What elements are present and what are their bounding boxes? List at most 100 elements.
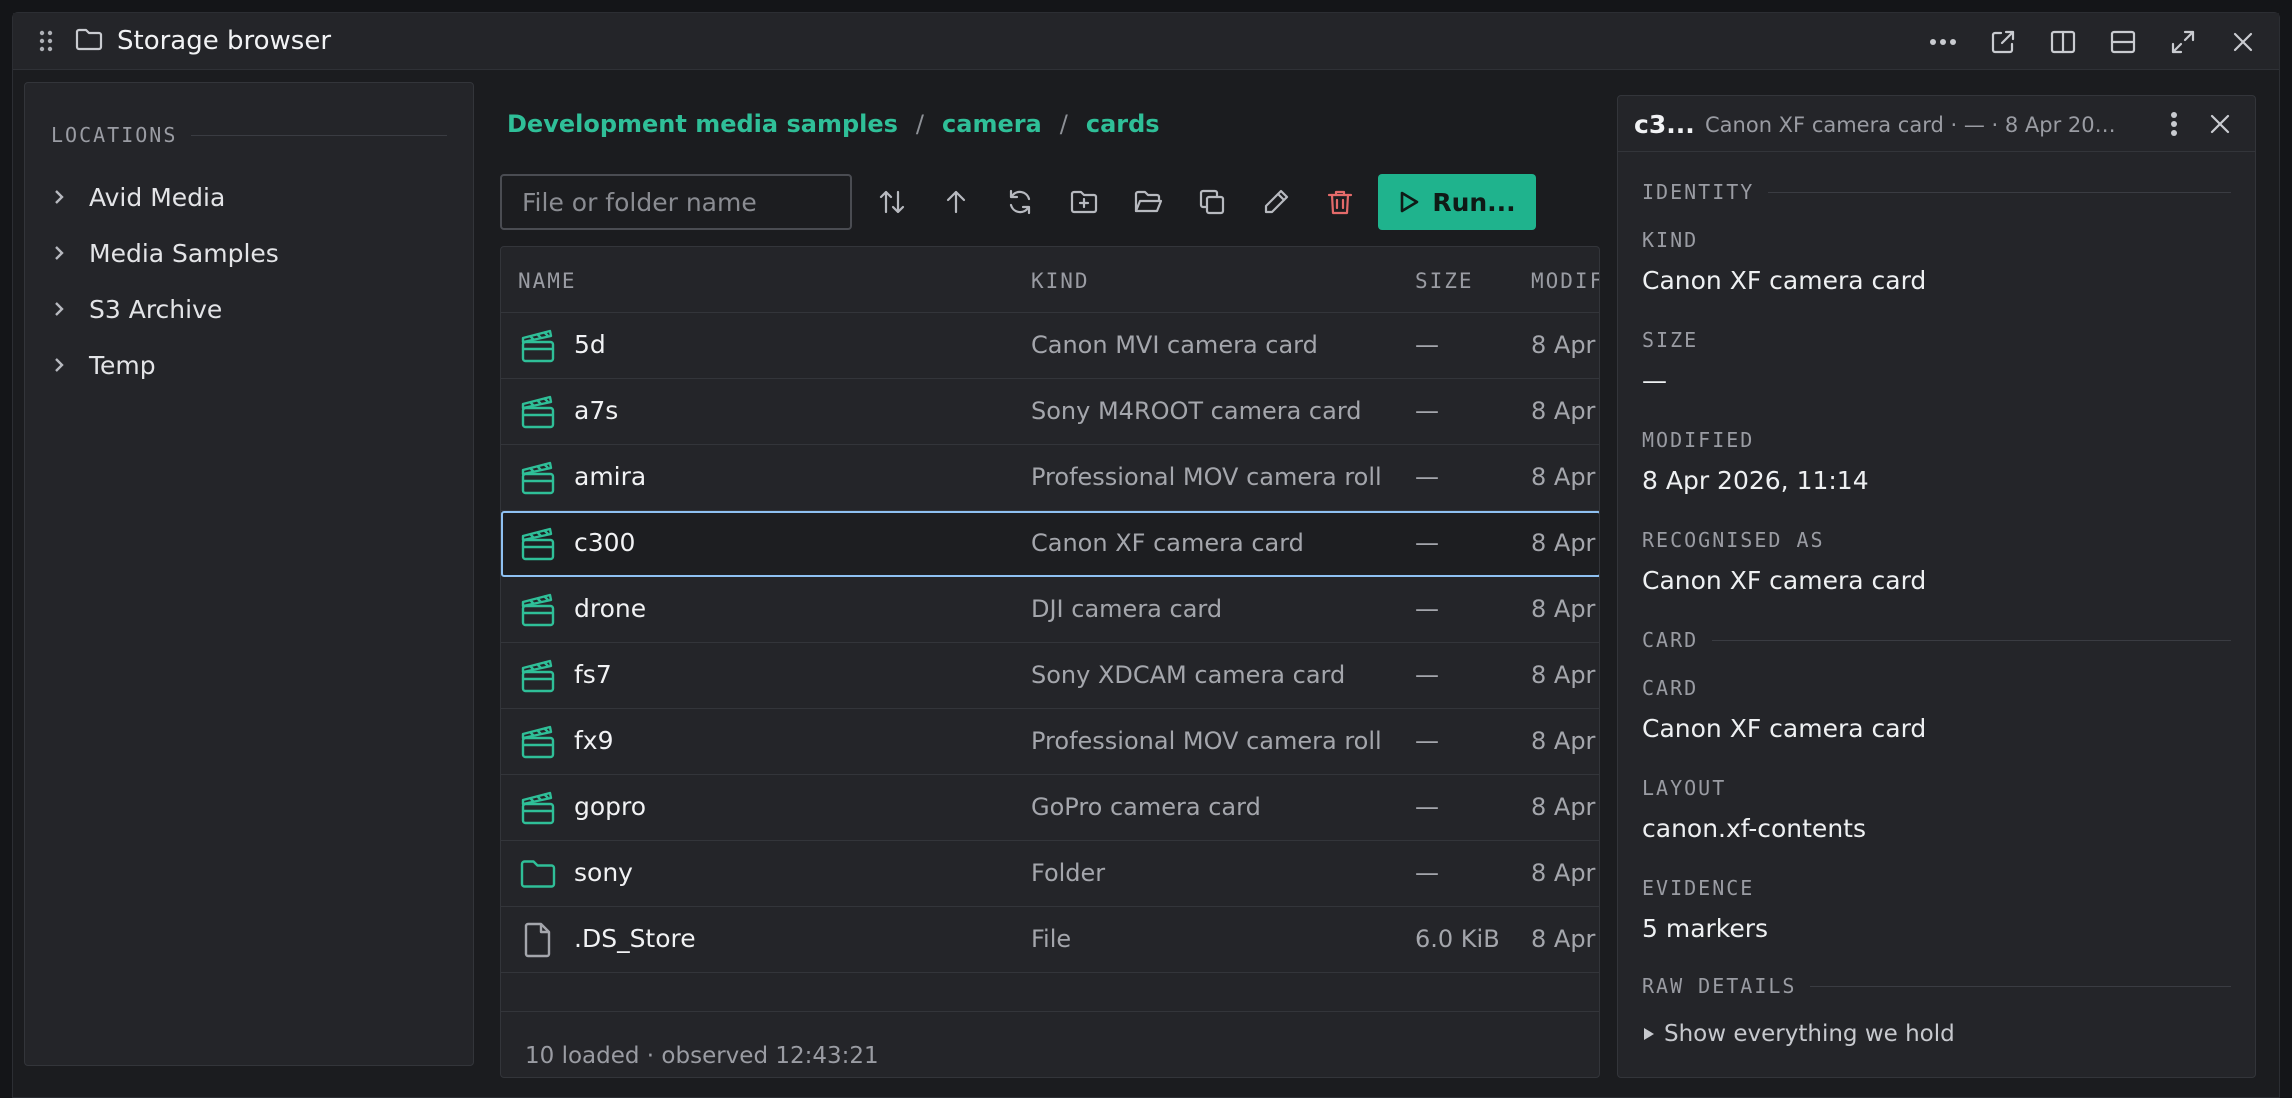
run-button[interactable]: Run...	[1378, 174, 1536, 230]
divider	[1810, 985, 2231, 987]
row-name: amira	[574, 462, 647, 491]
row-size: —	[1415, 529, 1439, 557]
show-everything-toggle[interactable]: Show everything we hold	[1642, 1021, 1955, 1047]
column-header-name[interactable]: NAME	[518, 269, 577, 293]
table-row[interactable]: amira Professional MOV camera roll — 8 A…	[501, 445, 1599, 511]
new-folder-icon[interactable]	[1052, 174, 1116, 230]
section-identity: IDENTITY	[1642, 180, 2231, 204]
chevron-right-icon[interactable]	[45, 356, 73, 374]
sidebar-item-avid-media[interactable]: Avid Media	[45, 175, 225, 219]
clapperboard-icon	[519, 327, 557, 365]
field-label-recognised: RECOGNISED AS	[1642, 528, 1825, 552]
table-row[interactable]: a7s Sony M4ROOT camera card — 8 Apr	[501, 379, 1599, 445]
row-kind: GoPro camera card	[1031, 793, 1261, 821]
row-name: fx9	[574, 726, 614, 755]
drag-handle-icon[interactable]	[31, 30, 61, 52]
row-name: sony	[574, 858, 633, 887]
row-size: —	[1415, 463, 1439, 491]
locations-heading: LOCATIONS	[51, 123, 447, 147]
field-value-card: Canon XF camera card	[1642, 714, 1927, 743]
copy-icon[interactable]	[1180, 174, 1244, 230]
search-input[interactable]	[500, 174, 852, 230]
breadcrumb-item[interactable]: Development media samples	[507, 110, 898, 138]
breadcrumb-separator: /	[915, 110, 925, 138]
details-title: c3...	[1634, 110, 1695, 139]
row-size: 6.0 KiB	[1415, 925, 1500, 953]
section-card: CARD	[1642, 628, 2231, 652]
row-size: —	[1415, 397, 1439, 425]
table-row[interactable]: drone DJI camera card — 8 Apr	[501, 577, 1599, 643]
refresh-icon[interactable]	[988, 174, 1052, 230]
field-value-recognised: Canon XF camera card	[1642, 566, 1927, 595]
row-modified: 8 Apr	[1531, 529, 1596, 557]
window-actions	[1925, 13, 2261, 70]
field-label-modified: MODIFIED	[1642, 428, 1755, 452]
column-header-kind[interactable]: KIND	[1031, 269, 1090, 293]
row-modified: 8 Apr	[1531, 595, 1596, 623]
sidebar-item-media-samples[interactable]: Media Samples	[45, 231, 279, 275]
row-name: drone	[574, 594, 647, 623]
row-name: fs7	[574, 660, 612, 689]
divider	[1768, 191, 2231, 193]
chevron-right-icon[interactable]	[45, 300, 73, 318]
sidebar-item-temp[interactable]: Temp	[45, 343, 156, 387]
row-kind: Professional MOV camera roll	[1031, 463, 1382, 491]
more-icon[interactable]	[1925, 24, 1961, 60]
split-horizontal-icon[interactable]	[2105, 24, 2141, 60]
row-name: 5d	[574, 330, 606, 359]
table-row[interactable]: 5d Canon MVI camera card — 8 Apr	[501, 313, 1599, 379]
open-external-icon[interactable]	[1985, 24, 2021, 60]
clapperboard-icon	[519, 657, 557, 695]
table-row-selected[interactable]: c300 Canon XF camera card — 8 Apr	[501, 511, 1599, 577]
breadcrumb-item[interactable]: camera	[942, 110, 1042, 138]
split-vertical-icon[interactable]	[2045, 24, 2081, 60]
close-icon[interactable]	[2225, 24, 2261, 60]
delete-icon[interactable]	[1308, 174, 1372, 230]
breadcrumb-item[interactable]: cards	[1086, 110, 1160, 138]
title-bar: Storage browser	[13, 13, 2279, 70]
field-value-modified: 8 Apr 2026, 11:14	[1642, 466, 1869, 495]
clapperboard-icon	[519, 789, 557, 827]
field-label-card: CARD	[1642, 676, 1699, 700]
table-row[interactable]: sony Folder — 8 Apr	[501, 841, 1599, 907]
row-modified: 8 Apr	[1531, 331, 1596, 359]
table-row[interactable]: .DS_Store File 6.0 KiB 8 Apr	[501, 907, 1599, 973]
table-row[interactable]: gopro GoPro camera card — 8 Apr	[501, 775, 1599, 841]
open-folder-icon[interactable]	[1116, 174, 1180, 230]
row-modified: 8 Apr	[1531, 661, 1596, 689]
row-modified: 8 Apr	[1531, 463, 1596, 491]
sort-icon[interactable]	[860, 174, 924, 230]
table-row[interactable]: fs7 Sony XDCAM camera card — 8 Apr	[501, 643, 1599, 709]
chevron-right-icon[interactable]	[45, 188, 73, 206]
up-icon[interactable]	[924, 174, 988, 230]
row-size: —	[1415, 661, 1439, 689]
run-button-label: Run...	[1432, 187, 1516, 217]
table-row[interactable]: fx9 Professional MOV camera roll — 8 Apr	[501, 709, 1599, 775]
expand-icon[interactable]	[2165, 24, 2201, 60]
row-modified: 8 Apr	[1531, 925, 1596, 953]
column-header-modified[interactable]: MODIFIED	[1531, 269, 1599, 293]
clapperboard-icon	[519, 393, 557, 431]
divider	[1712, 639, 2231, 641]
column-header-size[interactable]: SIZE	[1415, 269, 1474, 293]
clapperboard-icon	[519, 591, 557, 629]
locations-sidebar: LOCATIONS Avid Media Media Samples S3 Ar…	[24, 82, 474, 1066]
chevron-right-icon[interactable]	[45, 244, 73, 262]
rename-icon[interactable]	[1244, 174, 1308, 230]
status-text: 10 loaded · observed 12:43:21	[525, 1043, 879, 1069]
row-size: —	[1415, 859, 1439, 887]
breadcrumb: Development media samples / camera / car…	[507, 110, 1160, 138]
row-name: .DS_Store	[574, 924, 696, 953]
folder-icon	[519, 855, 557, 893]
close-icon[interactable]	[2202, 106, 2238, 142]
details-header: c3... Canon XF camera card · — · 8 Apr 2…	[1618, 96, 2255, 152]
row-kind: Professional MOV camera roll	[1031, 727, 1382, 755]
sidebar-item-s3-archive[interactable]: S3 Archive	[45, 287, 222, 331]
kebab-menu-icon[interactable]	[2156, 106, 2192, 142]
field-label-evidence: EVIDENCE	[1642, 876, 1755, 900]
row-modified: 8 Apr	[1531, 859, 1596, 887]
clapperboard-icon	[519, 723, 557, 761]
disclosure-label: Show everything we hold	[1664, 1021, 1955, 1047]
folder-icon	[75, 27, 103, 55]
section-raw-details: RAW DETAILS	[1642, 974, 2231, 998]
